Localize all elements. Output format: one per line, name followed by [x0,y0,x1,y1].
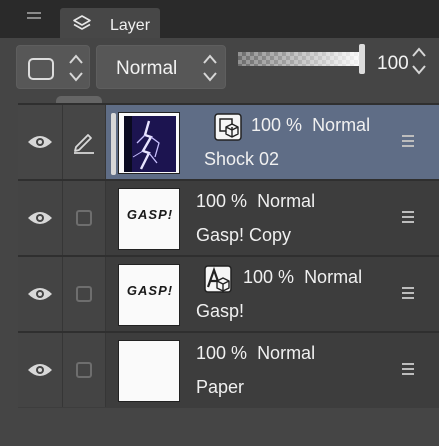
layer-opacity-blend: 100 % Normal [251,115,371,135]
spinner-arrows-icon [203,54,217,82]
layer-thumbnail: GASP! [118,188,180,250]
visibility-toggle[interactable] [18,181,62,255]
layer-thumbnail: GASP! [118,264,180,326]
layer-name: Paper [196,377,245,397]
eye-icon [28,364,52,376]
opacity-slider[interactable] [238,52,362,66]
layer-row[interactable]: GASP! 100 % Normal Gasp! [18,255,439,331]
layer-row[interactable]: 100 % Normal Paper [18,331,439,407]
layer-thumbnail [118,340,180,402]
checkbox [76,210,92,226]
thumbnail-text: GASP! [126,283,174,298]
blend-mode-label: Normal [116,58,178,79]
layer-thumbnail [118,112,180,174]
layer-drag-handle-icon[interactable] [402,211,414,225]
visibility-toggle[interactable] [18,257,62,331]
lightning-thumbnail [124,116,176,172]
thumbnail-text: GASP! [126,207,174,222]
visibility-toggle[interactable] [18,333,62,407]
panel-title: Layer [110,17,151,34]
layer-color-button[interactable] [16,45,90,89]
layer-drag-handle-icon[interactable] [402,363,414,377]
panel-tab-strip: Layer [0,0,439,38]
layer-opacity-blend: 100 % Normal [243,267,363,287]
opacity-value[interactable]: 100 [377,53,409,75]
layer-row[interactable]: 100 % Normal Shock 02 [18,103,439,179]
panel-menu-icon[interactable] [27,12,41,24]
edit-target-indicator[interactable] [62,105,106,179]
layer-list: 100 % Normal Shock 02 GASP! 100 % Normal… [18,103,439,408]
layer-opacity-blend: 100 % Normal [196,191,316,211]
layer-row[interactable]: GASP! 100 % Normal Gasp! Copy [18,179,439,255]
layer-drag-handle-icon[interactable] [402,135,414,149]
eye-icon [28,212,52,224]
checkbox [76,362,92,378]
tab-layer[interactable]: Layer [60,8,160,38]
spinner-arrows-icon [69,54,83,82]
layer-opacity-blend: 100 % Normal [196,343,316,363]
edit-target-checkbox[interactable] [62,333,106,407]
layer-name: Gasp! [196,301,245,321]
pen-icon [74,134,94,154]
edit-target-checkbox[interactable] [62,181,106,255]
layer-color-swatch [28,58,54,80]
layer-name: Gasp! Copy [196,225,292,245]
layer-name: Shock 02 [204,149,280,169]
eye-icon [28,136,52,148]
opacity-spinner-icon[interactable] [410,44,428,78]
opacity-slider-handle[interactable] [359,44,365,74]
layer-property-bar: Normal 100 [0,38,439,90]
layers-icon [73,15,91,30]
raster-layer-icon [214,113,242,141]
blend-mode-select[interactable]: Normal [96,45,226,89]
edit-target-checkbox[interactable] [62,257,106,331]
layer-drag-handle-icon[interactable] [402,287,414,301]
vector-layer-icon [204,265,232,293]
clipping-indicator [111,113,116,175]
checkbox [76,286,92,302]
visibility-toggle[interactable] [18,105,62,179]
eye-icon [28,288,52,300]
